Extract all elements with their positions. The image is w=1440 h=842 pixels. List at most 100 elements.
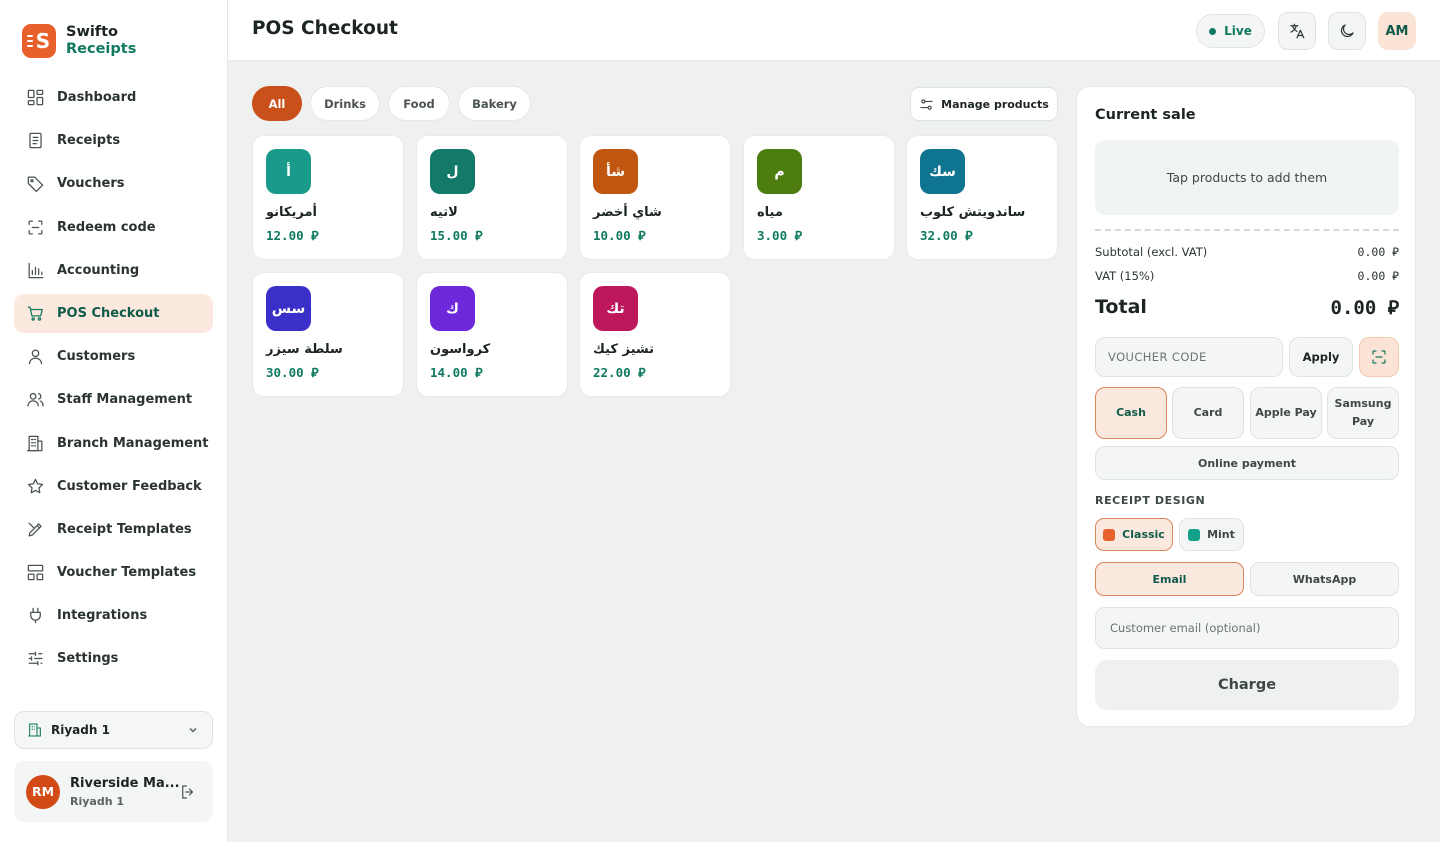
avatar[interactable]: RM: [26, 774, 60, 809]
manage-products-button[interactable]: Manage products: [910, 87, 1058, 121]
sidebar-item-accounting[interactable]: Accounting: [14, 251, 213, 290]
brush-icon: [28, 522, 42, 537]
product-name: لاتيه: [430, 205, 458, 220]
moon-icon: [1340, 24, 1354, 38]
sidebar: S Swifto Receipts Dashboard Receipts Vou…: [0, 0, 228, 842]
sidebar-item-integrations[interactable]: Integrations: [14, 596, 213, 635]
plug-icon: [30, 607, 41, 624]
brand-logo: S: [22, 24, 56, 58]
filter-bakery[interactable]: Bakery: [458, 86, 531, 121]
account-avatar[interactable]: AM: [1378, 12, 1416, 50]
user-card: RM Riverside Ma... Riyadh 1: [14, 761, 213, 822]
sidebar-item-label: Settings: [57, 651, 119, 667]
star-icon: [27, 478, 44, 494]
language-button[interactable]: [1278, 12, 1316, 50]
product-card[interactable]: سك ساندويتش كلوب 32.00 ⃁: [906, 135, 1058, 260]
sidebar-item-label: Receipts: [57, 133, 121, 149]
brand[interactable]: S Swifto Receipts: [22, 24, 136, 58]
current-sale-title: Current sale: [1095, 107, 1196, 123]
sidebar-item-voucher-templates[interactable]: Voucher Templates: [14, 553, 213, 592]
cart-empty-state: Tap products to add them: [1095, 140, 1399, 215]
online-payment-button[interactable]: Online payment: [1095, 446, 1399, 480]
product-price: 14.00 ⃁: [430, 365, 483, 380]
apply-voucher-button[interactable]: Apply: [1289, 337, 1353, 377]
live-label: Live: [1224, 24, 1252, 38]
sidebar-item-label: Branch Management: [57, 435, 209, 451]
sidebar-item-settings[interactable]: Settings: [14, 639, 213, 678]
product-tile: سك: [920, 149, 965, 194]
design-mint[interactable]: Mint: [1179, 518, 1244, 551]
customer-email-field[interactable]: [1095, 607, 1399, 649]
payment-apple-pay[interactable]: Apple Pay: [1250, 387, 1322, 439]
total-label: Total: [1095, 296, 1147, 318]
product-name: كرواسون: [430, 342, 491, 357]
product-card[interactable]: تك تشيز كيك 22.00 ⃁: [579, 272, 731, 397]
sliders-icon: [28, 651, 43, 666]
send-via-whatsapp[interactable]: WhatsApp: [1250, 562, 1399, 596]
product-tile: ك: [430, 286, 475, 331]
building-icon: [28, 723, 41, 737]
sidebar-item-pos-checkout[interactable]: POS Checkout: [14, 293, 213, 333]
filter-all[interactable]: All: [252, 86, 302, 121]
sidebar-nav: Dashboard Receipts Vouchers Redeem code …: [14, 78, 213, 683]
dashboard-icon: [27, 89, 44, 106]
sidebar-item-dashboard[interactable]: Dashboard: [14, 78, 213, 117]
charge-button[interactable]: Charge: [1095, 660, 1399, 710]
design-classic[interactable]: Classic: [1095, 518, 1173, 551]
product-card[interactable]: أ أمريكانو 12.00 ⃁: [252, 135, 404, 260]
product-card[interactable]: شأ شاي أخضر 10.00 ⃁: [579, 135, 731, 260]
sidebar-item-label: Accounting: [57, 262, 140, 278]
product-card[interactable]: م مياه 3.00 ⃁: [743, 135, 895, 260]
layout-icon: [27, 564, 44, 581]
theme-toggle-button[interactable]: [1328, 12, 1366, 50]
product-price: 10.00 ⃁: [593, 228, 646, 243]
send-via-email[interactable]: Email: [1095, 562, 1244, 596]
filter-food[interactable]: Food: [388, 86, 450, 121]
payment-card[interactable]: Card: [1172, 387, 1244, 439]
sidebar-item-vouchers[interactable]: Vouchers: [14, 164, 213, 203]
payment-samsung-pay[interactable]: Samsung Pay: [1327, 387, 1399, 439]
product-card[interactable]: ل لاتيه 15.00 ⃁: [416, 135, 568, 260]
sidebar-item-receipts[interactable]: Receipts: [14, 121, 213, 160]
current-sale-panel: Current sale Tap products to add them Su…: [1076, 86, 1416, 727]
user-info: Riverside Ma... Riyadh 1: [70, 776, 180, 808]
sidebar-item-label: Voucher Templates: [57, 565, 197, 581]
live-status-badge[interactable]: Live: [1196, 14, 1265, 48]
sidebar-item-staff-management[interactable]: Staff Management: [14, 380, 213, 419]
receipt-icon: [29, 132, 42, 149]
sidebar-item-customer-feedback[interactable]: Customer Feedback: [14, 467, 213, 506]
product-price: 22.00 ⃁: [593, 365, 646, 380]
design-label: Mint: [1207, 528, 1235, 541]
swatch-icon: [1188, 528, 1201, 541]
product-name: شاي أخضر: [593, 205, 662, 220]
product-card[interactable]: ك كرواسون 14.00 ⃁: [416, 272, 568, 397]
logout-icon[interactable]: [179, 783, 197, 801]
filter-drinks[interactable]: Drinks: [310, 86, 380, 121]
sidebar-item-label: Redeem code: [57, 219, 156, 235]
vat-label: VAT (15%): [1095, 269, 1155, 283]
product-name: ساندويتش كلوب: [920, 205, 1026, 220]
product-price: 32.00 ⃁: [920, 228, 973, 243]
sidebar-item-label: POS Checkout: [57, 305, 160, 321]
swatch-icon: [1103, 528, 1116, 541]
sidebar-item-redeem-code[interactable]: Redeem code: [14, 208, 213, 247]
branch-selector-value: Riyadh 1: [51, 723, 110, 737]
product-tile: ل: [430, 149, 475, 194]
product-card[interactable]: سس سلطة سيزر 30.00 ⃁: [252, 272, 404, 397]
sidebar-item-branch-management[interactable]: Branch Management: [14, 424, 213, 463]
bar-chart-icon: [28, 262, 44, 279]
total-row: Total 0.00 ⃁: [1095, 296, 1399, 320]
scan-voucher-button[interactable]: [1359, 337, 1399, 377]
payment-cash[interactable]: Cash: [1095, 387, 1167, 439]
voucher-code-input[interactable]: [1095, 337, 1283, 377]
user-name: Riverside Ma...: [70, 775, 180, 791]
sidebar-item-customers[interactable]: Customers: [14, 337, 213, 376]
sidebar-item-label: Vouchers: [57, 176, 125, 192]
user-branch: Riyadh 1: [70, 794, 125, 808]
sidebar-item-receipt-templates[interactable]: Receipt Templates: [14, 510, 213, 549]
product-name: مياه: [757, 205, 783, 220]
divider: [1095, 229, 1399, 231]
branch-selector[interactable]: Riyadh 1: [14, 711, 213, 749]
cart-icon: [27, 306, 43, 321]
brand-line-2: Receipts: [66, 41, 137, 57]
